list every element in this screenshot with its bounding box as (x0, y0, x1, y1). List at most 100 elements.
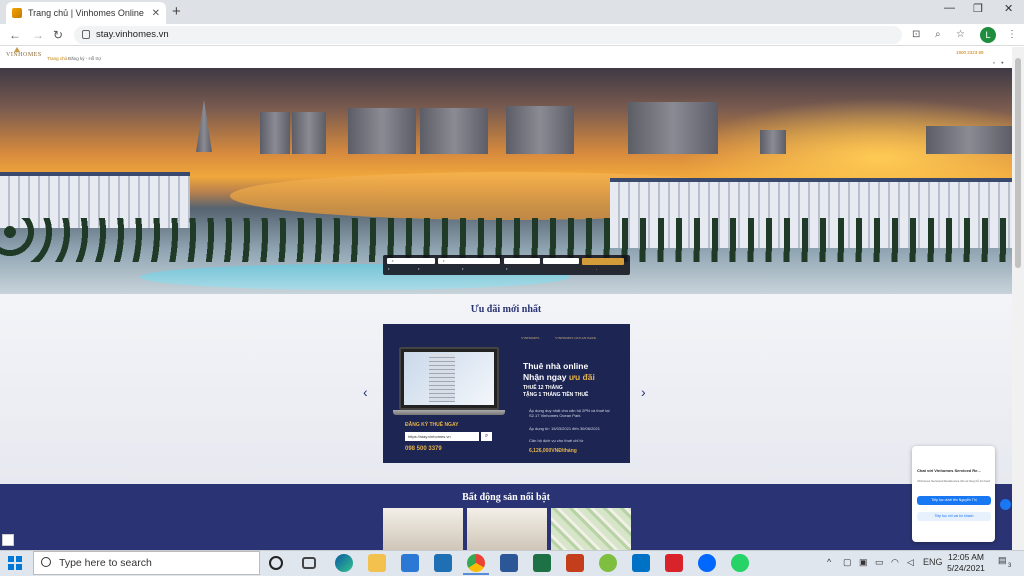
translate-icon[interactable]: ⊡ (912, 29, 920, 40)
zalo-icon[interactable] (698, 554, 716, 572)
notification-icon[interactable]: ▤ (998, 555, 1007, 566)
chat-guest-button[interactable]: Tiếp tục với vai trò khách (917, 512, 991, 521)
messenger-icon[interactable] (1000, 499, 1011, 510)
laptop-building-image (429, 354, 455, 402)
close-window-icon[interactable]: ✕ (1004, 2, 1013, 15)
featured-card[interactable] (551, 508, 631, 550)
tower (926, 126, 1012, 154)
bookmark-star-icon[interactable]: ☆ (956, 29, 965, 40)
banner-detail-1: Áp dụng duy nhất cho căn hộ 2PN và thuê … (529, 408, 610, 418)
hotline[interactable]: 1900 2323 89 (956, 50, 984, 55)
lock-icon (82, 30, 90, 39)
acrobat-icon[interactable] (665, 554, 683, 572)
banner-promo-1: THUÊ 12 THÁNG (523, 385, 563, 391)
dell-icon[interactable] (434, 554, 452, 572)
checkout-date[interactable] (543, 258, 579, 264)
minimize-icon[interactable]: — (944, 2, 955, 14)
scrollbar-thumb[interactable] (1015, 58, 1021, 268)
volume-icon[interactable]: ◁ (907, 557, 914, 568)
tray-app-icon[interactable]: ▭ (875, 557, 884, 568)
tray-language[interactable]: ENG (923, 557, 943, 567)
url-text: stay.vinhomes.vn (96, 29, 169, 40)
tower (260, 112, 290, 154)
taskbar-search-placeholder: Type here to search (59, 557, 152, 569)
clock-date: 5/24/2021 (947, 563, 985, 573)
tray-app-icon[interactable]: ▢ (843, 557, 852, 568)
location-select[interactable]: ▾ (387, 258, 435, 264)
browser-menu-icon[interactable]: ⋮ (1007, 29, 1017, 40)
windows-start-icon[interactable] (8, 556, 22, 570)
carousel-prev-arrow-icon[interactable]: ‹ (363, 384, 368, 400)
chrome-icon[interactable] (463, 554, 489, 575)
reload-icon[interactable]: ↻ (53, 28, 63, 42)
clock-time: 12:05 AM (948, 552, 984, 562)
edge-icon[interactable] (335, 554, 353, 572)
tray-overflow-icon[interactable]: ^ (827, 557, 831, 567)
wifi-icon[interactable]: ◠ (891, 557, 899, 568)
tower (348, 108, 416, 154)
promo-banner[interactable]: VINHOMES VINHOMES OCEAN PARK Thuê nhà on… (383, 324, 630, 463)
user-icon[interactable]: ● (1001, 60, 1004, 65)
spire-tower (196, 100, 212, 152)
banner-headline-2: Nhận ngay ưu đãi (523, 372, 595, 382)
back-icon[interactable]: ← (9, 28, 21, 42)
vinhomes-logo[interactable]: VINHOMES (6, 52, 42, 58)
taskbar-clock[interactable]: 12:05 AM 5/24/2021 (944, 552, 988, 574)
site-header: VINHOMES Trang chủ Đăng ký - Hỗ trợ 1900… (0, 47, 1012, 68)
search-button[interactable] (582, 258, 624, 265)
banner-phone: 098 500 3379 (405, 446, 442, 452)
profile-avatar[interactable]: L (980, 27, 996, 43)
site-favicon-icon (12, 8, 22, 18)
featured-card[interactable] (467, 508, 547, 550)
menu-item-home[interactable]: Trang chủ (47, 56, 67, 61)
file-explorer-icon[interactable] (368, 554, 386, 572)
banner-brand-right: VINHOMES OCEAN PARK (555, 336, 597, 340)
banner-brand-left: VINHOMES (521, 336, 540, 340)
menu-item-support[interactable]: Đăng ký - Hỗ trợ (68, 56, 101, 61)
new-tab-icon[interactable]: + (172, 3, 181, 20)
language-icon[interactable]: ◐ (993, 60, 996, 65)
banner-url-box: https://stay.vinhomes.vn (405, 432, 479, 441)
advanced-search-link[interactable]: › (596, 267, 597, 271)
filter-type[interactable]: ▾ (388, 267, 390, 271)
filter-duration[interactable]: ▾ (418, 267, 420, 271)
cortana-icon[interactable] (269, 556, 283, 570)
mail-icon[interactable] (401, 554, 419, 572)
filter-rooms[interactable]: ▾ (462, 267, 464, 271)
zoom-icon[interactable]: ⌕ (935, 29, 941, 40)
tray-app-icon[interactable]: ▣ (859, 557, 868, 568)
forward-icon[interactable]: → (32, 28, 44, 42)
browser-tab-bar: Trang chủ | Vinhomes Online ✕ + — ❐ ✕ (0, 0, 1024, 24)
outlook-icon[interactable] (632, 554, 650, 572)
chat-widget: Chat với Vinhomes Serviced Re... Vinhome… (912, 446, 995, 542)
chat-message: Vinhomes Serviced Residences rất vui lòn… (917, 479, 991, 483)
tower (506, 106, 574, 154)
browser-tab[interactable]: Trang chủ | Vinhomes Online ✕ (6, 2, 166, 24)
excel-icon[interactable] (533, 554, 551, 572)
tower (420, 108, 488, 154)
chat-title: Chat với Vinhomes Serviced Re... (917, 468, 981, 473)
banner-cta: ĐĂNG KÝ THUÊ NGAY (405, 422, 459, 428)
project-select[interactable]: ▾ (438, 258, 500, 264)
maximize-icon[interactable]: ❐ (973, 2, 983, 15)
whatsapp-icon[interactable] (731, 554, 749, 572)
word-icon[interactable] (500, 554, 518, 572)
notification-count: 3 (1008, 563, 1012, 569)
address-bar[interactable]: stay.vinhomes.vn (74, 26, 902, 44)
tower (628, 102, 718, 154)
checkin-date[interactable] (504, 258, 540, 264)
task-view-icon[interactable] (302, 557, 316, 569)
taskbar-search-input[interactable]: Type here to search (33, 551, 260, 575)
close-tab-icon[interactable]: ✕ (152, 8, 160, 19)
powerpoint-icon[interactable] (566, 554, 584, 572)
carousel-next-arrow-icon[interactable]: › (641, 384, 646, 400)
chat-continue-as-button[interactable]: Tiếp tục dưới tên Nguyễn Thị (917, 496, 991, 505)
filter-more[interactable]: ▾ (506, 267, 508, 271)
offers-title: Ưu đãi mới nhất (470, 304, 542, 315)
app-icon[interactable] (599, 554, 617, 572)
banner-headline-1: Thuê nhà online (523, 361, 589, 371)
banner-detail-2: Áp dụng từ: 15/03/2021 đến 30/06/2021 (529, 426, 600, 431)
browser-toolbar: ← → ↻ stay.vinhomes.vn ⊡ ⌕ ☆ ⋮ (0, 24, 1024, 46)
featured-card[interactable] (383, 508, 463, 550)
banner-price: 6,126,000VNĐ/tháng (529, 448, 577, 454)
